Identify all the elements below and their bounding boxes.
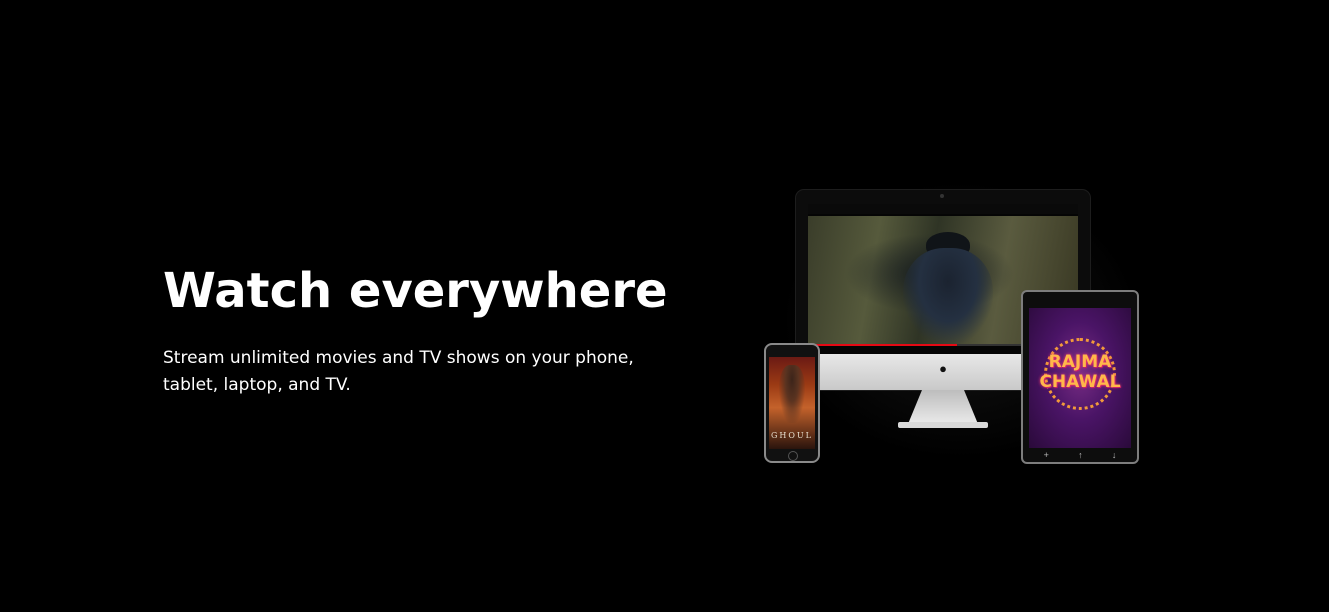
- like-icon: ↑: [1078, 450, 1083, 460]
- tablet-device: RAJMA CHAWAL + ↑ ↓: [1021, 290, 1139, 464]
- add-icon: +: [1043, 450, 1049, 460]
- video-figure: [903, 248, 993, 344]
- tablet-poster-title: RAJMA CHAWAL: [1039, 352, 1121, 392]
- apple-logo-icon: ●: [939, 361, 947, 376]
- poster-figure: [779, 365, 805, 423]
- tablet-screen: RAJMA CHAWAL: [1029, 308, 1131, 448]
- phone-device: GHOUL: [764, 343, 820, 463]
- phone-poster-title: GHOUL: [771, 431, 813, 440]
- hero-headline: Watch everywhere: [163, 263, 668, 319]
- devices-illustration: ● GHOUL RAJMA CHAWAL + ↑ ↓: [760, 180, 1150, 470]
- tablet-controls: + ↑ ↓: [1029, 450, 1131, 460]
- home-button-icon: [788, 451, 798, 461]
- desktop-base: [898, 422, 988, 428]
- hero-text: Watch everywhere Stream unlimited movies…: [163, 262, 683, 399]
- phone-screen: GHOUL: [769, 357, 815, 449]
- desktop-stand: [908, 390, 978, 424]
- hero-description: Stream unlimited movies and TV shows on …: [163, 348, 634, 395]
- camera-dot: [940, 194, 944, 198]
- player-topbar: [808, 204, 1078, 214]
- download-icon: ↓: [1111, 450, 1117, 460]
- watch-everywhere-section: Watch everywhere Stream unlimited movies…: [0, 0, 1329, 612]
